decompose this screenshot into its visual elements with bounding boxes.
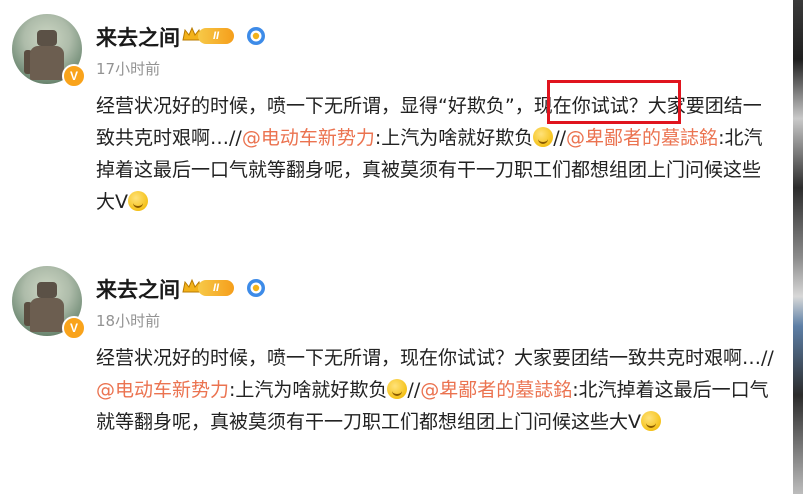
highlight-box [547, 80, 681, 124]
post-time[interactable]: 18小时前 [96, 310, 160, 331]
avatar-robot-body [30, 46, 64, 80]
content-text: 经营状况好的时候，喷一下无所谓，现在你试试？大家要团结一致共克时艰啊…// [96, 347, 774, 369]
right-edge-strip [793, 0, 803, 494]
verified-v-badge: V [62, 316, 86, 340]
level-badge[interactable]: II [182, 276, 234, 298]
avatar-robot-head [37, 282, 57, 298]
mention-link[interactable]: @电动车新势力 [96, 379, 229, 401]
avatar-robot-body [30, 298, 64, 332]
laughing-emoji-icon [533, 127, 554, 147]
post-content: 经营状况好的时候，喷一下无所谓，现在你试试？大家要团结一致共克时艰啊…// @电动… [96, 342, 776, 438]
post-time[interactable]: 17小时前 [96, 58, 160, 79]
content-text: // [407, 379, 421, 401]
avatar-robot-head [37, 30, 57, 46]
weibo-post-1: V 来去之间 II 17小时前 经营状况好的时候，喷一下无所谓，显得“好欺负”，… [0, 0, 790, 240]
level-badge-label: II [198, 28, 234, 44]
content-text: :上汽为啥就好欺负 [229, 379, 388, 401]
level-badge[interactable]: II [182, 24, 234, 46]
laughing-emoji-icon [387, 379, 408, 399]
content-text: // [553, 127, 567, 149]
level-badge-label: II [198, 280, 234, 296]
mention-link[interactable]: @卑鄙者的墓誌銘 [420, 379, 572, 401]
mention-link[interactable]: @卑鄙者的墓誌銘 [566, 127, 718, 149]
shushing-emoji-icon [641, 411, 661, 431]
verified-v-badge: V [62, 64, 86, 88]
weibo-post-2: V 来去之间 II 18小时前 经营状况好的时候，喷一下无所谓，现在你试试？大家… [0, 252, 790, 494]
username[interactable]: 来去之间 [96, 274, 180, 304]
content-text: :上汽为啥就好欺负 [374, 127, 534, 149]
shushing-emoji-icon [128, 191, 148, 211]
blue-star-icon[interactable] [246, 26, 266, 46]
mention-link[interactable]: @电动车新势力 [242, 127, 375, 149]
username[interactable]: 来去之间 [96, 22, 180, 52]
blue-star-icon[interactable] [246, 278, 266, 298]
